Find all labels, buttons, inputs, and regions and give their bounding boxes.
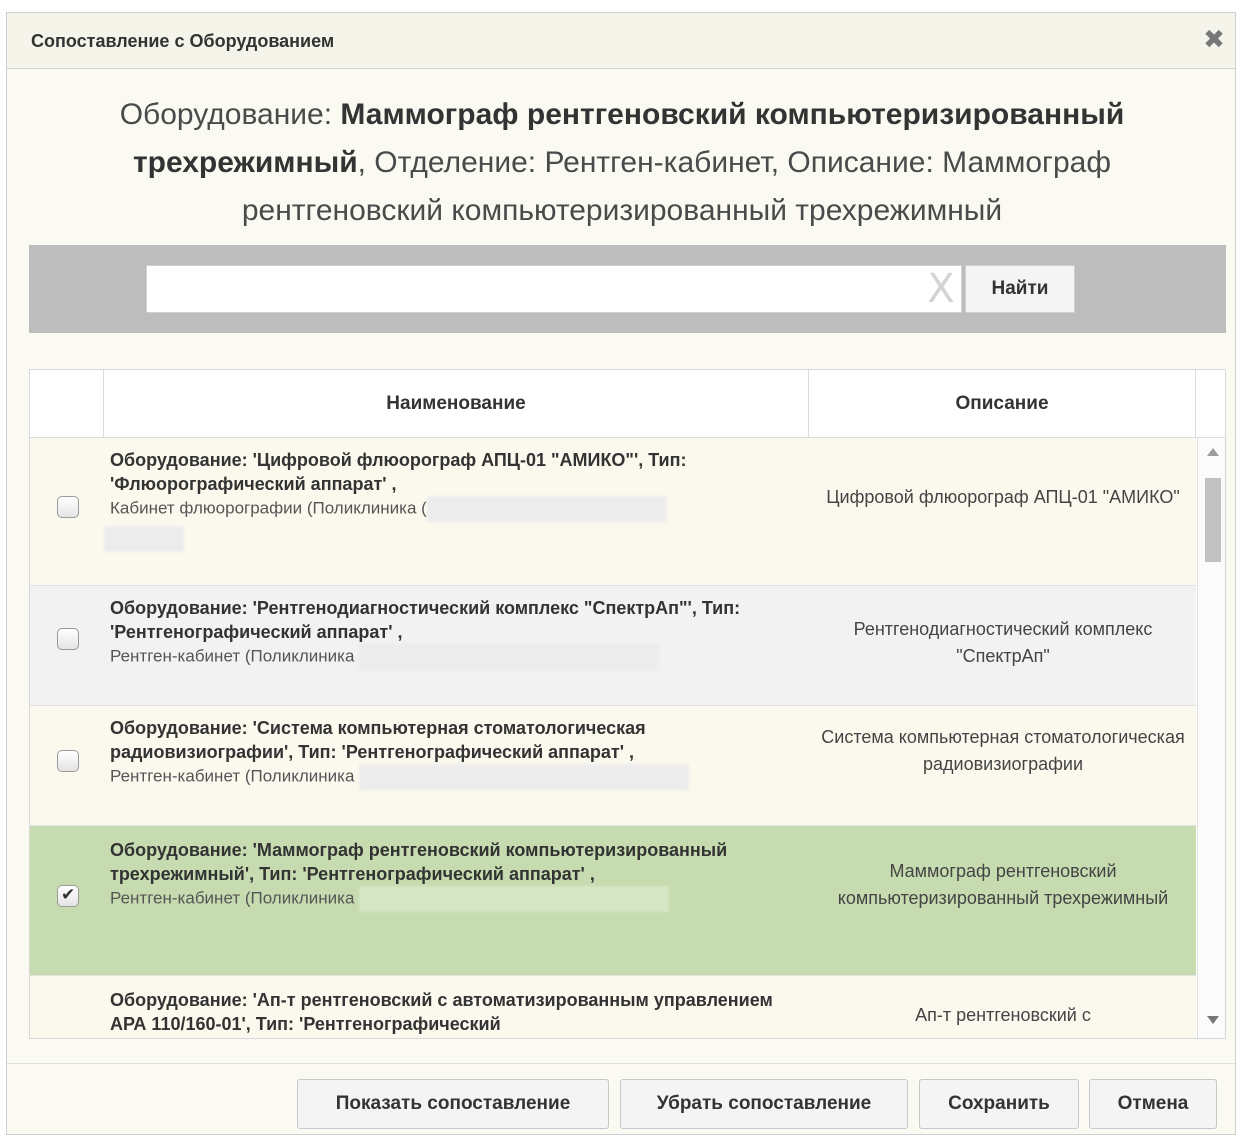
table-row[interactable]: Оборудование: 'Ап-т рентгеновский с авто… [30,976,1196,1038]
table-row[interactable]: Оборудование: 'Рентгенодиагностический к… [30,586,1196,706]
row-name: Оборудование: 'Рентгенодиагностический к… [110,598,741,642]
redacted-text [104,526,184,552]
close-icon[interactable]: ✖ [1201,26,1227,53]
heading-label: Оборудование: [119,98,341,131]
row-description: Цифровой флюорограф АПЦ-01 "АМИКО" [826,487,1180,507]
redacted-text [359,644,660,670]
dialog-footer: Показать сопоставление Убрать сопоставле… [7,1063,1235,1134]
redacted-text [426,496,667,522]
clear-search-icon[interactable]: X [920,266,962,312]
redacted-text [359,764,690,790]
scroll-up-arrow-icon[interactable] [1207,448,1219,456]
equipment-table: Наименование Описание Оборудование: 'Циф… [29,369,1226,1039]
column-header-name[interactable]: Наименование [104,370,809,438]
scroll-thumb[interactable] [1205,478,1221,562]
row-location: Рентген-кабинет (Поликлиника [110,644,800,670]
row-name: Оборудование: 'Цифровой флюорограф АПЦ-0… [110,450,687,494]
search-bar: X Найти [29,245,1226,333]
table-row[interactable]: Оборудование: 'Цифровой флюорограф АПЦ-0… [30,438,1196,586]
row-name-cell: Оборудование: 'Рентгенодиагностический к… [110,596,800,670]
row-description: Система компьютерная стоматологическая р… [821,727,1185,774]
column-header-select [30,370,104,438]
scroll-down-arrow-icon[interactable] [1207,1016,1219,1024]
table-header: Наименование Описание [30,370,1225,438]
heading-details: , Отделение: Рентген-кабинет, Описание: … [241,146,1112,227]
table-scrollbar[interactable] [1197,438,1225,1038]
dialog-title: Сопоставление с Оборудованием [31,31,335,51]
row-name-cell: Оборудование: 'Система компьютерная стом… [110,716,800,790]
row-name-cell: Оборудование: 'Маммограф рентгеновский к… [110,838,800,912]
row-name: Оборудование: 'Ап-т рентгеновский с авто… [110,990,773,1034]
row-name: Оборудование: 'Маммограф рентгеновский к… [110,840,728,884]
row-location: Рентген-кабинет (Поликлиника [110,764,800,790]
row-location: Кабинет флюорографии (Поликлиника ( [110,496,800,522]
remove-mapping-button[interactable]: Убрать сопоставление [620,1079,908,1129]
row-checkbox[interactable] [57,750,79,772]
row-checkbox[interactable] [57,628,79,650]
table-row[interactable]: Оборудование: 'Система компьютерная стом… [30,706,1196,826]
save-button[interactable]: Сохранить [919,1079,1079,1129]
mapping-dialog: Сопоставление с Оборудованием ✖ Оборудов… [6,12,1236,1135]
row-description: Маммограф рентгеновский компьютеризирова… [837,861,1169,908]
row-name-cell: Оборудование: 'Ап-т рентгеновский с авто… [110,988,800,1036]
redacted-text [359,886,670,912]
find-button[interactable]: Найти [965,265,1075,313]
show-mapping-button[interactable]: Показать сопоставление [297,1079,609,1129]
search-input[interactable]: X [146,265,962,313]
row-description: Рентгенодиагностический комплекс "Спектр… [853,619,1153,666]
dialog-titlebar: Сопоставление с Оборудованием ✖ [7,13,1235,69]
row-checkbox[interactable] [57,496,79,518]
equipment-heading: Оборудование: Маммограф рентгеновский ко… [47,91,1197,235]
row-description: Ап-т рентгеновский с [915,1005,1091,1025]
row-name: Оборудование: 'Система компьютерная стом… [110,718,646,762]
row-location: Рентген-кабинет (Поликлиника [110,886,800,912]
cancel-button[interactable]: Отмена [1089,1079,1217,1129]
table-row-selected[interactable]: Оборудование: 'Маммограф рентгеновский к… [30,826,1196,976]
row-checkbox[interactable] [57,885,79,907]
row-name-cell: Оборудование: 'Цифровой флюорограф АПЦ-0… [104,448,800,552]
column-header-description[interactable]: Описание [809,370,1196,438]
